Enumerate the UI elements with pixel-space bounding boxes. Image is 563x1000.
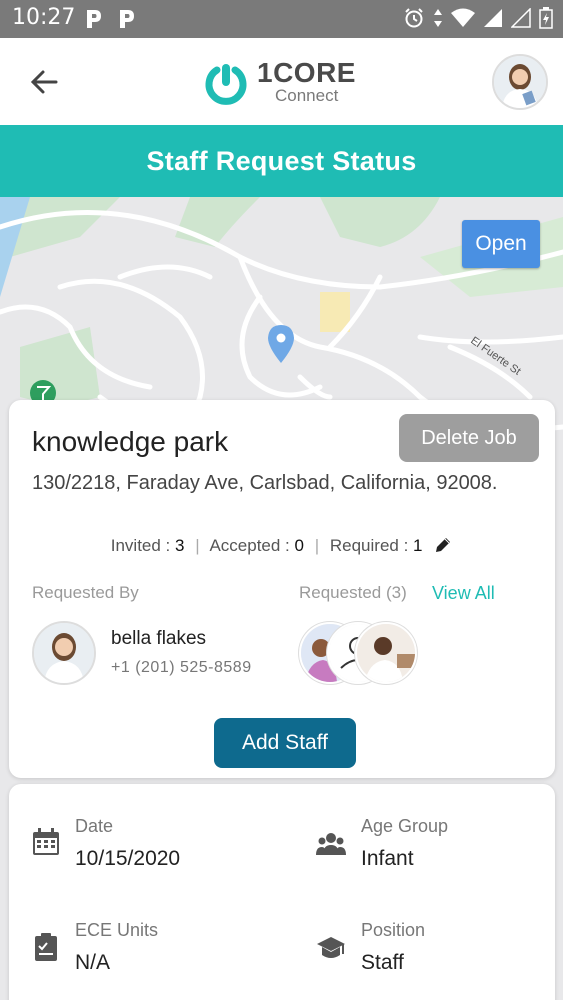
job-details-card: Date 10/15/2020 Age Group Infant ECE Uni…	[9, 784, 555, 1000]
required-label: Required :	[329, 536, 409, 555]
requested-label: Requested (3)	[299, 583, 407, 602]
battery-icon	[539, 7, 553, 34]
age-group-label: Age Group	[361, 816, 449, 836]
add-staff-button[interactable]: Add Staff	[214, 718, 356, 768]
view-all-link[interactable]: View All	[432, 583, 495, 604]
clipboard-icon	[31, 932, 61, 962]
requester-avatar	[32, 621, 96, 685]
requester-phone[interactable]: +1 (201) 525-8589	[111, 659, 252, 677]
status-time: 10:27	[12, 5, 76, 30]
accepted-count: 0	[294, 536, 304, 555]
group-icon	[316, 829, 346, 859]
wifi-icon	[451, 8, 475, 33]
page-title-bar: Staff Request Status	[0, 125, 563, 197]
open-map-button[interactable]: Open	[462, 220, 540, 268]
job-address: 130/2218, Faraday Ave, Carlsbad, Califor…	[32, 472, 498, 494]
delete-job-button[interactable]: Delete Job	[399, 414, 539, 462]
logo-subtitle: Connect	[275, 86, 339, 105]
pencil-icon[interactable]	[433, 535, 453, 560]
back-button[interactable]	[24, 62, 64, 102]
power-logo-icon	[205, 64, 247, 105]
required-count: 1	[413, 536, 423, 555]
alarm-icon	[403, 7, 425, 34]
ece-units-label: ECE Units	[75, 920, 159, 940]
data-arrows-icon	[433, 7, 443, 34]
requested-staff-avatars[interactable]	[299, 622, 419, 684]
app-logo: 1CORE Connect	[203, 56, 363, 112]
staff-counts: Invited : 3 | Accepted : 0 | Required : …	[9, 535, 555, 560]
job-card: knowledge park Delete Job 130/2218, Fara…	[9, 400, 555, 778]
signal-icon	[483, 8, 503, 33]
accepted-label: Accepted :	[209, 536, 290, 555]
invited-count: 3	[175, 536, 185, 555]
job-name: knowledge park	[32, 426, 229, 457]
requester-name: bella flakes	[111, 628, 207, 649]
staff-avatar	[355, 622, 417, 684]
signal-icon	[510, 7, 531, 33]
age-group-value: Infant	[361, 847, 414, 870]
p-notification-icon	[117, 8, 137, 30]
position-value: Staff	[361, 951, 404, 974]
date-label: Date	[75, 816, 114, 836]
ece-units-value: N/A	[75, 951, 111, 974]
requested-by-label: Requested By	[32, 583, 139, 602]
invited-label: Invited :	[110, 536, 171, 555]
status-bar: 10:27	[0, 0, 563, 38]
page-title: Staff Request Status	[146, 146, 417, 176]
calendar-icon	[31, 827, 61, 857]
position-label: Position	[361, 920, 426, 940]
logo-brand: 1CORE	[257, 57, 356, 88]
status-icons	[403, 7, 553, 34]
p-notification-icon	[84, 8, 104, 30]
app-header: 1CORE Connect	[0, 38, 563, 125]
profile-avatar[interactable]	[492, 54, 548, 110]
date-value: 10/15/2020	[75, 847, 181, 870]
arrow-left-icon	[30, 70, 58, 94]
graduation-cap-icon	[316, 934, 346, 964]
